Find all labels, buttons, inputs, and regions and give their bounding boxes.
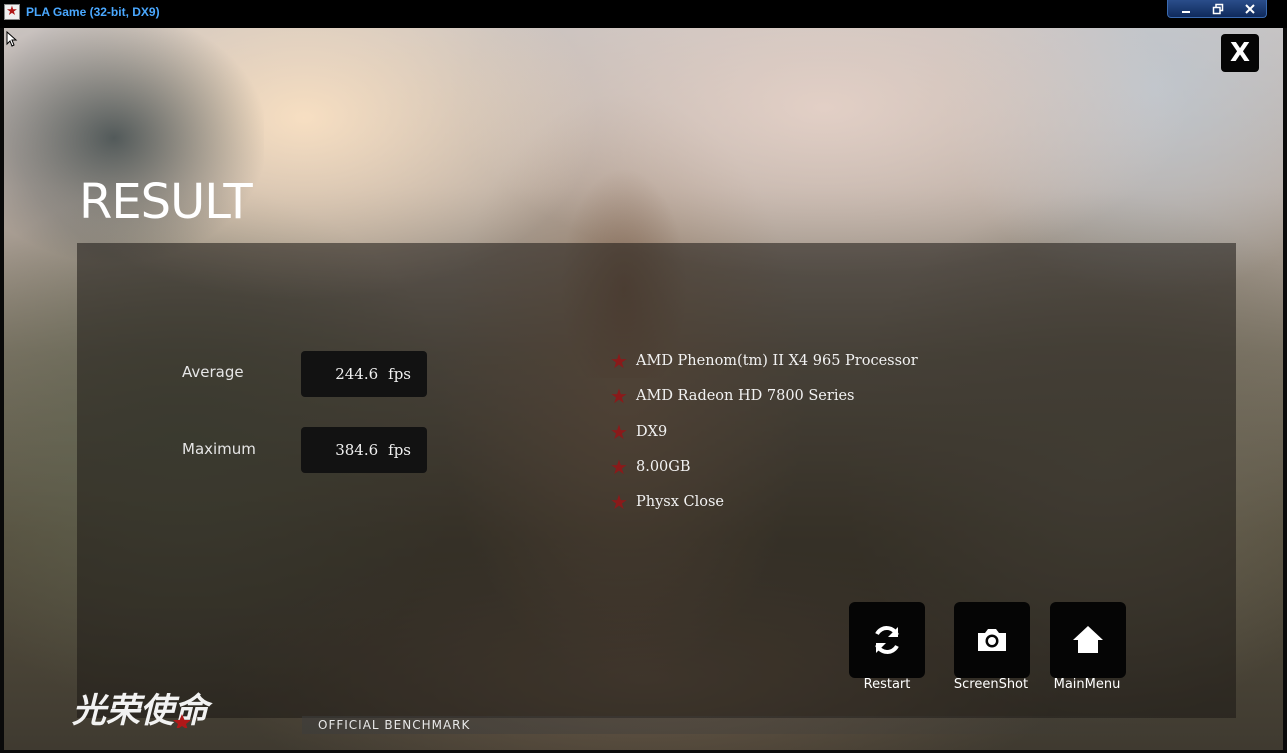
star-icon: ★ [610, 349, 628, 373]
restore-icon [1212, 3, 1224, 15]
spec-item-cpu: ★ AMD Phenom(tm) II X4 965 Processor [610, 349, 1030, 384]
red-star-icon: ★ [4, 4, 20, 20]
screenshot-label: ScreenShot [953, 677, 1029, 692]
benchmark-label: OFFICIAL BENCHMARK [318, 718, 471, 732]
system-spec-list: ★ AMD Phenom(tm) II X4 965 Processor ★ A… [610, 349, 1030, 525]
game-viewport: X RESULT Average 244.6 fps Maximum 384.6 f… [4, 28, 1283, 750]
average-value: 244.6 [335, 365, 379, 383]
spec-text: DX9 [636, 423, 668, 440]
restore-button[interactable] [1203, 0, 1233, 17]
spec-item-memory: ★ 8.00GB [610, 455, 1030, 490]
spec-text: AMD Phenom(tm) II X4 965 Processor [636, 353, 918, 369]
average-unit: fps [388, 365, 411, 383]
maximum-value: 384.6 [335, 441, 379, 459]
window-close-button[interactable] [1235, 0, 1265, 17]
game-logo: 光荣使命 [72, 691, 213, 728]
main-menu-label: MainMenu [1053, 677, 1121, 692]
close-game-button[interactable]: X [1221, 34, 1259, 72]
restart-button[interactable] [849, 602, 925, 678]
close-icon [1245, 4, 1255, 14]
spec-text: 8.00GB [636, 458, 691, 475]
game-window: ★ PLA Game (32-bit, DX9) X RESULT Averag… [0, 0, 1287, 753]
spec-text: AMD Radeon HD 7800 Series [636, 388, 855, 405]
star-icon: ★ [610, 384, 628, 409]
star-icon: ★ [610, 419, 628, 444]
restart-label: Restart [863, 677, 911, 692]
star-icon: ★ [610, 454, 628, 479]
window-controls [1167, 0, 1267, 18]
screenshot-button[interactable] [954, 602, 1030, 678]
logo-text: 光荣使命 [72, 691, 213, 728]
window-title: PLA Game (32-bit, DX9) [26, 5, 160, 19]
maximum-label: Maximum [182, 440, 256, 458]
minimize-icon [1182, 11, 1190, 13]
maximum-unit: fps [388, 441, 411, 459]
mouse-cursor-icon [6, 31, 18, 47]
spec-item-directx: ★ DX9 [610, 420, 1030, 455]
spec-item-physx: ★ Physx Close [610, 490, 1030, 525]
maximum-value-box: 384.6 fps [301, 427, 427, 473]
title-bar[interactable]: ★ PLA Game (32-bit, DX9) [0, 0, 1287, 28]
home-icon [1073, 626, 1103, 653]
main-menu-button[interactable] [1050, 602, 1126, 678]
camera-icon [978, 629, 1006, 651]
star-icon: ★ [610, 490, 628, 515]
spec-item-gpu: ★ AMD Radeon HD 7800 Series [610, 384, 1030, 419]
minimize-button[interactable] [1171, 0, 1201, 17]
page-title: RESULT [79, 174, 253, 230]
average-value-box: 244.6 fps [301, 351, 427, 397]
refresh-icon [875, 626, 899, 654]
average-label: Average [182, 363, 244, 381]
spec-text: Physx Close [636, 494, 724, 511]
